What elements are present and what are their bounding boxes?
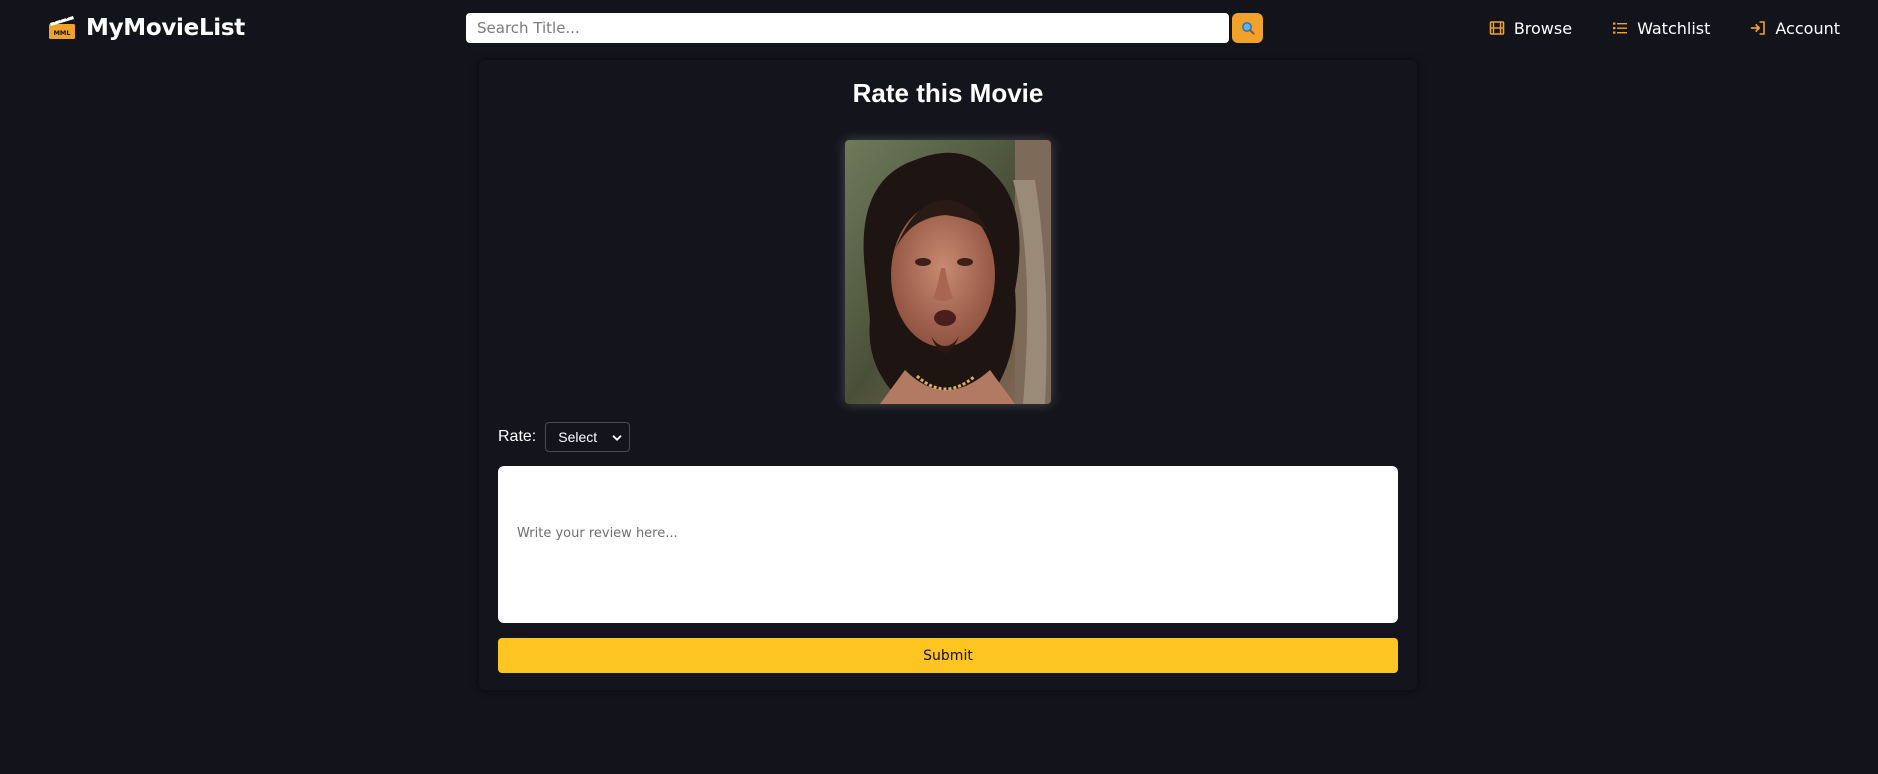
list-icon: [1613, 22, 1628, 34]
submit-button[interactable]: Submit: [498, 638, 1398, 673]
chevron-down-icon: [612, 435, 622, 441]
search-button[interactable]: [1232, 13, 1263, 43]
top-navigation-bar: MML MyMovieList Browse: [0, 0, 1878, 56]
rating-select[interactable]: Select: [545, 422, 631, 452]
nav-browse[interactable]: Browse: [1489, 19, 1572, 38]
magnifier-icon: [1241, 22, 1255, 35]
page-title: Rate this Movie: [852, 78, 1044, 108]
logo-mark-text: MML: [53, 29, 70, 37]
rate-row: Rate: Select: [498, 422, 631, 452]
rating-select-value: Select: [558, 429, 598, 445]
review-textarea[interactable]: [498, 466, 1398, 623]
nav-browse-label: Browse: [1513, 18, 1573, 38]
poster-image: [845, 140, 1051, 404]
brand-name: MyMovieList: [86, 15, 245, 41]
nav-account-label: Account: [1775, 18, 1840, 38]
brand-logo[interactable]: MML MyMovieList: [48, 10, 245, 46]
rate-label: Rate:: [498, 428, 537, 445]
search-input[interactable]: [466, 13, 1229, 43]
main-nav: Browse Watchlist Account: [1489, 14, 1840, 42]
nav-watchlist[interactable]: Watchlist: [1612, 19, 1710, 38]
sign-in-icon: [1750, 21, 1766, 35]
clapperboard-icon: MML: [49, 15, 75, 39]
nav-account[interactable]: Account: [1750, 19, 1840, 38]
nav-watchlist-label: Watchlist: [1637, 18, 1711, 38]
search-bar: [466, 13, 1263, 43]
movie-poster: [845, 140, 1051, 404]
film-icon: [1489, 21, 1505, 35]
rating-card: Rate this Movie Rate: Select Write your …: [479, 60, 1417, 690]
